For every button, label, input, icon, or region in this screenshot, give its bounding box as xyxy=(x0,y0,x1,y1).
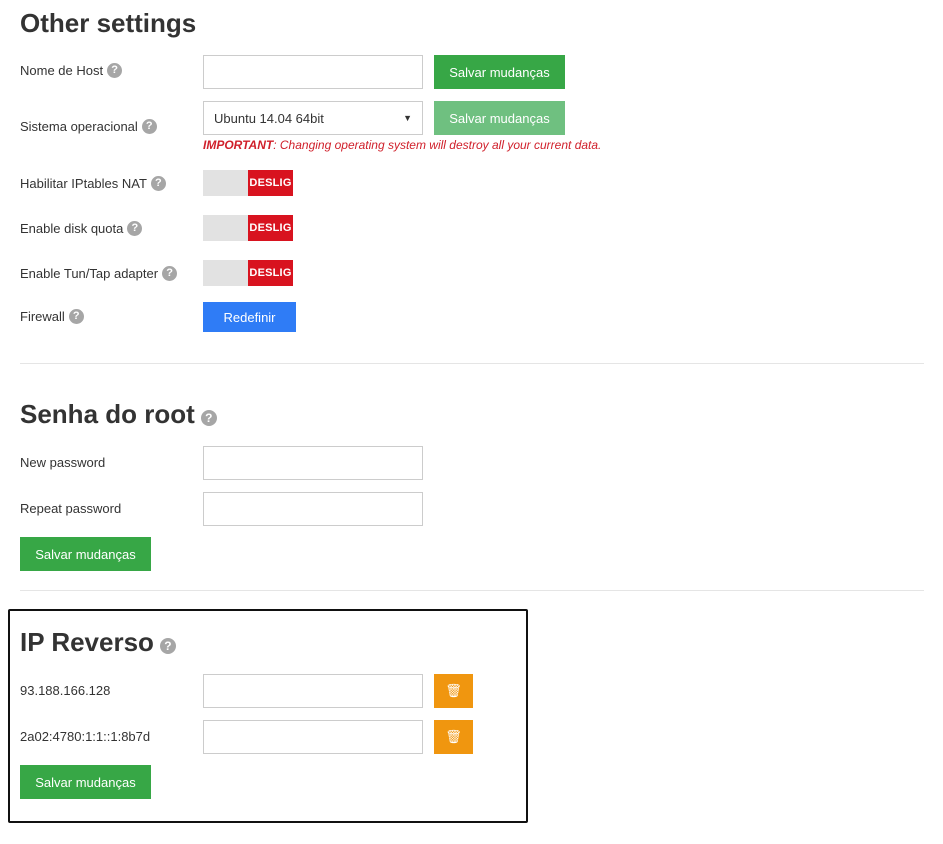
save-os-button[interactable]: Salvar mudanças xyxy=(434,101,565,135)
help-icon[interactable]: ? xyxy=(162,266,178,281)
help-icon[interactable]: ? xyxy=(107,63,123,78)
save-reverse-ip-button[interactable]: Salvar mudanças xyxy=(20,765,151,799)
disk-quota-toggle[interactable]: DESLIG xyxy=(203,215,293,241)
root-password-header: Senha do root ? xyxy=(20,399,217,430)
os-select-value: Ubuntu 14.04 64bit xyxy=(214,110,324,126)
root-password-title: Senha do root xyxy=(20,399,195,429)
os-warning-strong: IMPORTANT xyxy=(203,138,274,152)
delete-reverse-ip-button-2[interactable]: 🗑 xyxy=(434,720,473,754)
save-hostname-button[interactable]: Salvar mudanças xyxy=(434,55,565,89)
tun-tap-toggle[interactable]: DESLIG xyxy=(203,260,293,286)
reverse-ip-header: IP Reverso ? xyxy=(20,627,176,658)
reverse-ip-hostname-input-2[interactable] xyxy=(203,720,423,754)
help-icon[interactable]: ? xyxy=(127,221,143,236)
hostname-label: Nome de Host ? xyxy=(20,63,123,78)
trash-icon: 🗑 xyxy=(445,729,462,744)
iptables-nat-label: Habilitar IPtables NAT ? xyxy=(20,176,166,191)
os-warning-text: : Changing operating system will destroy… xyxy=(273,138,602,152)
section-divider xyxy=(20,590,924,591)
reverse-ip-address-1: 93.188.166.128 xyxy=(20,683,111,698)
toggle-knob xyxy=(203,215,248,241)
repeat-password-label: Repeat password xyxy=(20,501,122,516)
save-root-password-button[interactable]: Salvar mudanças xyxy=(20,537,151,571)
repeat-password-input[interactable] xyxy=(203,492,423,526)
reverse-ip-address-2: 2a02:4780:1:1::1:8b7d xyxy=(20,729,151,744)
toggle-knob xyxy=(203,260,248,286)
help-icon[interactable]: ? xyxy=(150,176,166,191)
toggle-state: DESLIG xyxy=(248,260,293,286)
help-icon[interactable]: ? xyxy=(68,309,84,324)
help-icon[interactable]: ? xyxy=(200,409,217,426)
hostname-label-text: Nome de Host xyxy=(20,63,104,78)
disk-quota-label-text: Enable disk quota xyxy=(20,221,124,236)
firewall-label: Firewall ? xyxy=(20,309,84,324)
toggle-state: DESLIG xyxy=(248,170,293,196)
toggle-state: DESLIG xyxy=(248,215,293,241)
tun-tap-label: Enable Tun/Tap adapter ? xyxy=(20,266,178,281)
iptables-nat-toggle[interactable]: DESLIG xyxy=(203,170,293,196)
delete-reverse-ip-button-1[interactable]: 🗑 xyxy=(434,674,473,708)
disk-quota-label: Enable disk quota ? xyxy=(20,221,143,236)
os-label: Sistema operacional ? xyxy=(20,119,157,134)
reverse-ip-hostname-input-1[interactable] xyxy=(203,674,423,708)
toggle-knob xyxy=(203,170,248,196)
firewall-label-text: Firewall xyxy=(20,309,65,324)
other-settings-title: Other settings xyxy=(20,8,197,38)
caret-down-icon: ▼ xyxy=(403,113,412,123)
trash-icon: 🗑 xyxy=(445,683,462,698)
help-icon[interactable]: ? xyxy=(159,637,176,654)
os-label-text: Sistema operacional xyxy=(20,119,138,134)
os-select[interactable]: Ubuntu 14.04 64bit ▼ xyxy=(203,101,423,135)
help-icon[interactable]: ? xyxy=(141,119,157,134)
hostname-input[interactable] xyxy=(203,55,423,89)
reverse-ip-title: IP Reverso xyxy=(20,627,154,657)
section-divider xyxy=(20,363,924,364)
iptables-nat-label-text: Habilitar IPtables NAT xyxy=(20,176,147,191)
tun-tap-label-text: Enable Tun/Tap adapter xyxy=(20,266,159,281)
new-password-label: New password xyxy=(20,455,106,470)
new-password-input[interactable] xyxy=(203,446,423,480)
firewall-reset-button[interactable]: Redefinir xyxy=(203,302,296,332)
os-warning: IMPORTANT: Changing operating system wil… xyxy=(203,138,601,152)
